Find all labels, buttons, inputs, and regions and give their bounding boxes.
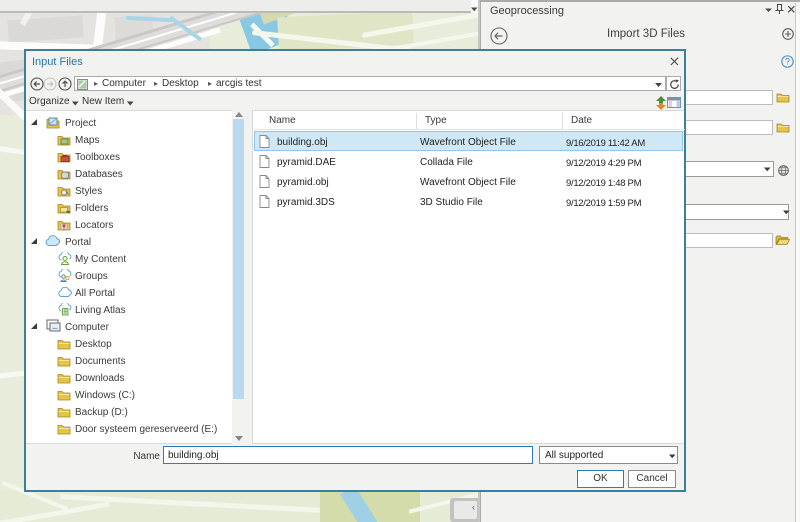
svg-text:?: ?	[785, 57, 790, 67]
